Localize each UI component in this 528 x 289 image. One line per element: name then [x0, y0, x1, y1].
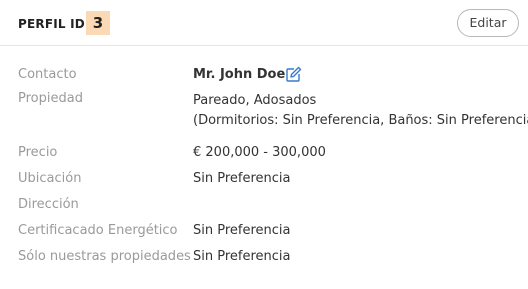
own-properties-value: Sin Preferencia	[193, 249, 291, 264]
property-value: Pareado, Adosados (Dormitorios: Sin Pref…	[193, 91, 528, 131]
contact-label: Contacto	[18, 67, 77, 82]
profile-card: PERFIL ID 3 Editar Contacto Mr. John Doe…	[0, 0, 528, 289]
address-label: Dirección	[18, 197, 79, 212]
edit-button[interactable]: Editar	[457, 9, 519, 37]
profile-id-label: PERFIL ID	[18, 17, 85, 31]
pencil-square-icon[interactable]	[285, 66, 302, 83]
energy-certificate-value: Sin Preferencia	[193, 223, 291, 238]
location-label: Ubicación	[18, 171, 82, 186]
price-value: € 200,000 - 300,000	[193, 145, 326, 160]
own-properties-label: Sólo nuestras propiedades	[18, 249, 191, 264]
property-label: Propiedad	[18, 91, 83, 106]
property-rooms: (Dormitorios: Sin Preferencia, Baños: Si…	[193, 113, 528, 128]
contact-name[interactable]: Mr. John Doe	[193, 67, 285, 82]
profile-id-badge: 3	[86, 11, 110, 35]
price-label: Precio	[18, 145, 58, 160]
location-value: Sin Preferencia	[193, 171, 291, 186]
card-header: PERFIL ID 3 Editar	[0, 0, 528, 46]
property-types: Pareado, Adosados	[193, 93, 317, 108]
energy-certificate-label: Certificacado Energético	[18, 223, 178, 238]
